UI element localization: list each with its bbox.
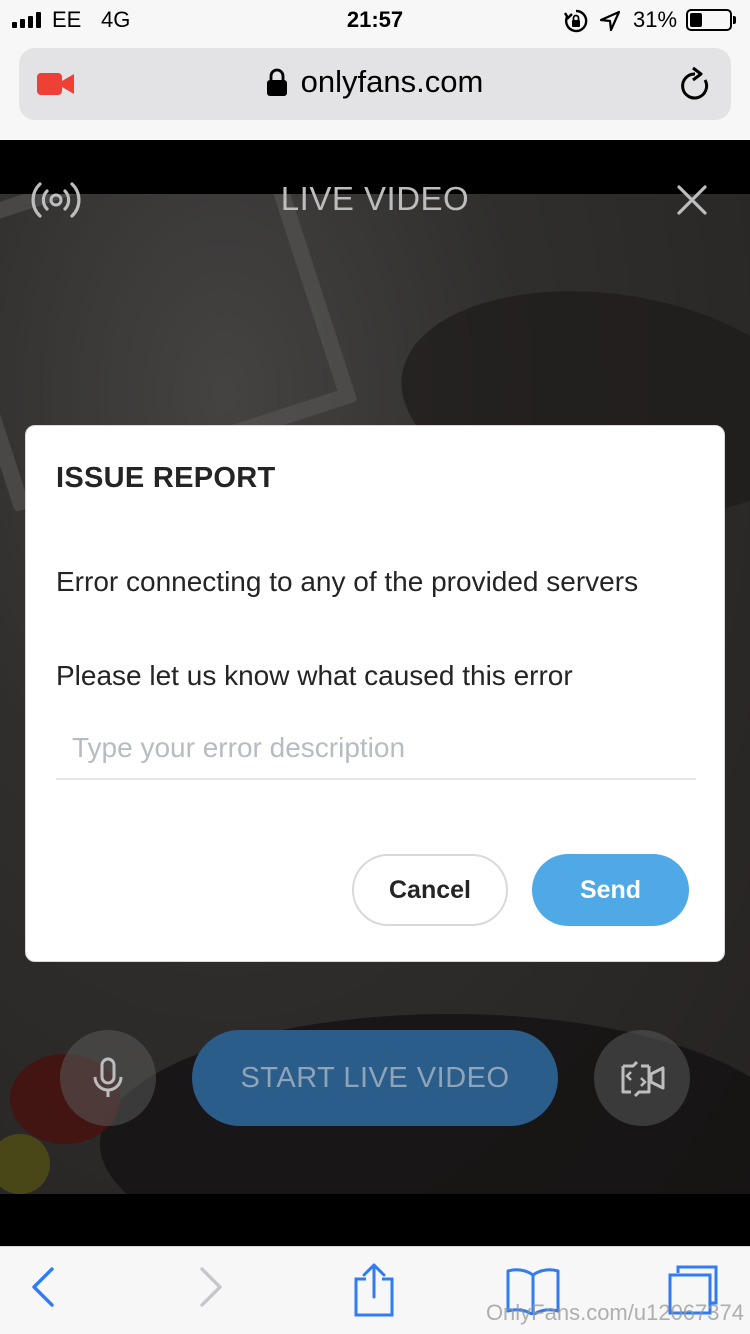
switch-camera-icon xyxy=(621,1060,665,1098)
dialog-title: ISSUE REPORT xyxy=(56,462,276,494)
reload-icon[interactable] xyxy=(677,66,713,104)
browser-header: onlyfans.com xyxy=(0,40,750,140)
address-bar[interactable]: onlyfans.com xyxy=(19,48,731,120)
switch-camera-button[interactable] xyxy=(594,1030,690,1126)
live-title: LIVE VIDEO xyxy=(280,180,470,217)
battery-level xyxy=(690,13,702,27)
send-button[interactable]: Send xyxy=(532,854,689,926)
status-bar: EE 4G 21:57 31% xyxy=(0,0,750,40)
battery-percent: 31% xyxy=(633,7,678,32)
lock-icon xyxy=(266,68,287,96)
rotation-lock-icon xyxy=(563,9,588,33)
forward-icon[interactable] xyxy=(196,1265,226,1309)
back-icon[interactable] xyxy=(28,1265,58,1309)
start-live-video-button[interactable]: START LIVE VIDEO xyxy=(192,1030,558,1126)
battery-icon xyxy=(686,9,736,31)
error-message: Error connecting to any of the provided … xyxy=(56,566,639,597)
microphone-icon xyxy=(93,1057,123,1097)
url-text: onlyfans.com xyxy=(300,64,484,99)
error-prompt: Please let us know what caused this erro… xyxy=(56,660,573,691)
microphone-button[interactable] xyxy=(60,1030,156,1126)
location-icon xyxy=(599,10,621,32)
watermark: OnlyFans.com/u12067374 xyxy=(485,1300,744,1325)
share-icon[interactable] xyxy=(352,1261,396,1317)
url-display[interactable]: onlyfans.com xyxy=(19,64,731,100)
close-icon[interactable] xyxy=(676,184,708,216)
error-description-input[interactable] xyxy=(56,718,696,780)
issue-report-dialog: ISSUE REPORT Error connecting to any of … xyxy=(25,425,725,962)
live-controls: START LIVE VIDEO xyxy=(0,1030,750,1126)
cancel-button[interactable]: Cancel xyxy=(352,854,508,926)
live-header: LIVE VIDEO xyxy=(0,170,750,230)
